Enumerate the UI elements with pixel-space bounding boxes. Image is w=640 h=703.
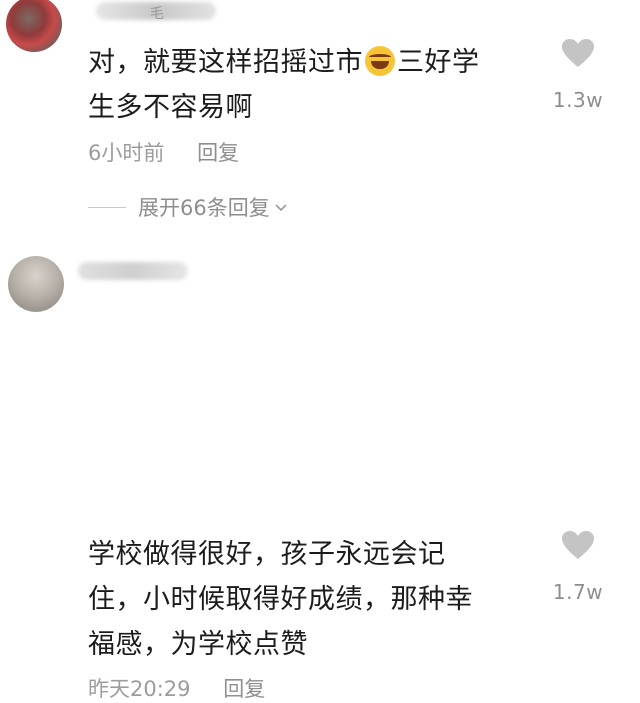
comment-meta: 昨天20:29 回复 xyxy=(88,673,265,703)
laughing-emoji-icon xyxy=(365,46,395,76)
comment-item: 学校做得很好，孩子永远会记 住，小时候取得好成绩，那种幸 福感，为学校点赞 昨天… xyxy=(0,236,640,701)
comment-text: 对，就要这样招摇过市 三好学 生多不容易啊 xyxy=(88,40,528,130)
comment-line: 对，就要这样招摇过市 xyxy=(88,47,363,78)
avatar[interactable] xyxy=(6,0,62,52)
comment-line: 福感，为学校点赞 xyxy=(88,629,308,660)
comment-line: 生多不容易啊 xyxy=(88,92,253,123)
comment-item: 毛 对，就要这样招摇过市 三好学 生多不容易啊 6小时前 回复 1.3w 展开66… xyxy=(0,0,640,230)
comment-line: 三好学 xyxy=(397,47,480,78)
expand-replies-button[interactable]: 展开66条回复 xyxy=(88,192,288,222)
heart-icon[interactable] xyxy=(561,38,595,68)
heart-icon[interactable] xyxy=(561,530,595,560)
reply-button[interactable]: 回复 xyxy=(197,141,239,165)
like-button[interactable]: 1.3w xyxy=(548,38,608,112)
expand-replies-label: 展开66条回复 xyxy=(138,196,270,220)
divider xyxy=(88,206,126,208)
like-count: 1.3w xyxy=(552,88,604,112)
like-count: 1.7w xyxy=(552,580,604,604)
avatar[interactable] xyxy=(8,256,64,312)
comment-line: 学校做得很好，孩子永远会记 xyxy=(88,539,446,570)
comment-meta: 6小时前 回复 xyxy=(88,137,239,167)
comment-text: 学校做得很好，孩子永远会记 住，小时候取得好成绩，那种幸 福感，为学校点赞 xyxy=(88,532,528,667)
timestamp: 6小时前 xyxy=(88,141,165,165)
username-blurred[interactable] xyxy=(78,262,188,280)
comment-line: 住，小时候取得好成绩，那种幸 xyxy=(88,584,473,615)
username-text[interactable]: 毛 xyxy=(150,3,164,23)
timestamp: 昨天20:29 xyxy=(88,677,191,701)
like-button[interactable]: 1.7w xyxy=(548,530,608,604)
chevron-down-icon xyxy=(275,204,287,212)
reply-button[interactable]: 回复 xyxy=(223,677,265,701)
